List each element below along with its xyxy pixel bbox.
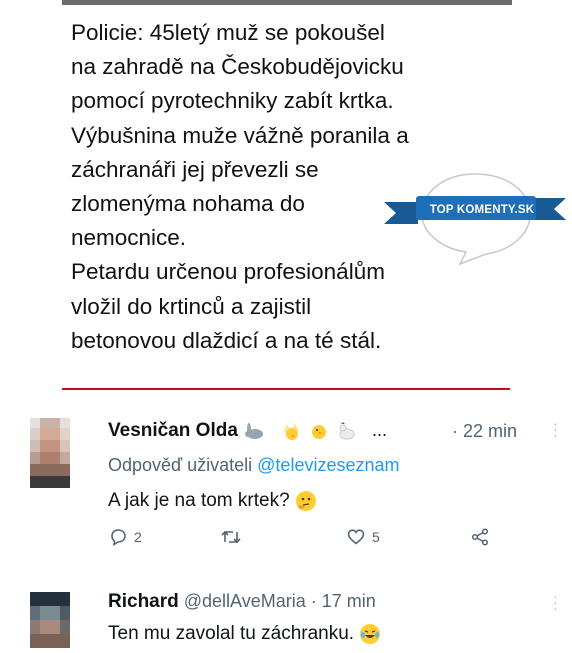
share-button[interactable] <box>470 527 490 547</box>
timestamp[interactable]: · 17 min <box>311 591 376 611</box>
timestamp[interactable]: · 22 min <box>452 421 517 442</box>
watermark-text: TOP KOMENTY.SK <box>429 204 535 216</box>
mention-link[interactable]: @televizeseznam <box>257 455 399 475</box>
post-line: na zahradě na Českobudějovicku <box>71 54 404 80</box>
tweet-text: A jak je na tom krtek? <box>108 490 317 512</box>
name-ellipsis: ... <box>372 420 388 440</box>
chick-icon <box>282 423 299 441</box>
like-button[interactable]: 5 <box>346 527 380 547</box>
speech-bubble-icon <box>384 173 566 266</box>
avatar[interactable] <box>30 418 70 488</box>
post-line: pomocí pyrotechniky zabít krtka. <box>71 88 394 114</box>
display-name[interactable]: Richard <box>108 591 179 612</box>
avatar[interactable] <box>30 592 70 648</box>
rabbit-icon <box>244 423 263 440</box>
more-options-icon[interactable]: · · · <box>553 416 558 442</box>
share-icon <box>471 528 489 546</box>
chick-icon <box>311 425 326 440</box>
tweet-text: Ten mu zavolal tu záchranku. <box>108 623 381 645</box>
display-name[interactable]: Vesničan Olda <box>108 420 238 441</box>
reply-context: Odpověď uživateli @televizeseznam <box>108 455 400 475</box>
post-line: Policie: 45letý muž se pokoušel <box>71 20 385 45</box>
reply-count: 2 <box>134 529 142 545</box>
tweet-actions: 2 5 <box>108 527 528 553</box>
heart-icon <box>347 529 365 545</box>
image-top-border <box>62 0 512 5</box>
post-line: vložil do krtinců a zajistil <box>71 293 312 319</box>
post-line: betonovou dlaždicí a na té stál. <box>71 327 382 353</box>
topkomenty-watermark: TOP KOMENTY.SK <box>378 168 572 268</box>
post-line: Výbušnina muže vážně poranila a <box>71 122 409 148</box>
like-count: 5 <box>372 529 380 545</box>
red-divider <box>62 388 510 390</box>
laughing-tears-icon <box>360 624 381 644</box>
username[interactable]: @dellAveMaria <box>184 591 306 611</box>
more-options-icon[interactable]: · · · <box>553 589 558 615</box>
retweet-icon <box>221 530 241 544</box>
rooster-icon <box>339 422 355 440</box>
thinking-face-icon <box>295 491 316 511</box>
reply-button[interactable]: 2 <box>108 527 142 547</box>
retweet-button[interactable] <box>220 527 242 547</box>
reply-icon <box>111 529 126 547</box>
